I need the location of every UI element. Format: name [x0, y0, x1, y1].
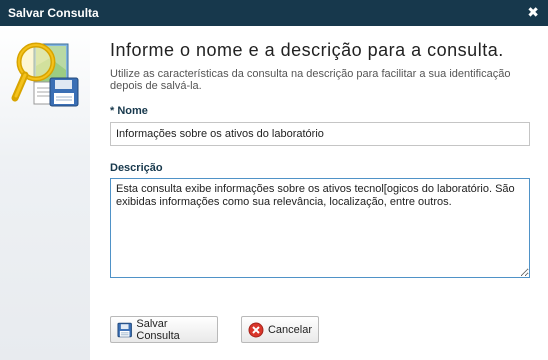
- cancel-button-label: Cancelar: [267, 323, 312, 336]
- page-title: Informe o nome e a descrição para a cons…: [110, 40, 504, 60]
- dialog-content: Informe o nome e a descrição para a cons…: [110, 26, 548, 360]
- name-label: * Nome: [110, 105, 148, 117]
- description-field[interactable]: Esta consulta exibe informações sobre os…: [110, 178, 530, 278]
- save-button[interactable]: Salvar Consulta: [110, 316, 218, 343]
- form-subtitle: Utilize as características da consulta n…: [110, 68, 511, 92]
- floppy-disk-icon: [117, 322, 132, 337]
- description-label: Descrição: [110, 162, 163, 174]
- name-field[interactable]: [110, 122, 530, 146]
- dialog-sidebar: [0, 26, 90, 360]
- cancel-circle-icon: [248, 322, 264, 337]
- dialog-title: Salvar Consulta: [8, 6, 99, 20]
- close-icon[interactable]: ✖: [527, 4, 539, 20]
- save-button-label: Salvar Consulta: [136, 317, 180, 342]
- search-save-document-icon: [11, 42, 79, 107]
- dialog-titlebar: Salvar Consulta ✖: [0, 0, 548, 26]
- name-label-text: Nome: [117, 105, 148, 117]
- required-mark: *: [110, 105, 115, 117]
- cancel-button[interactable]: Cancelar: [241, 316, 319, 343]
